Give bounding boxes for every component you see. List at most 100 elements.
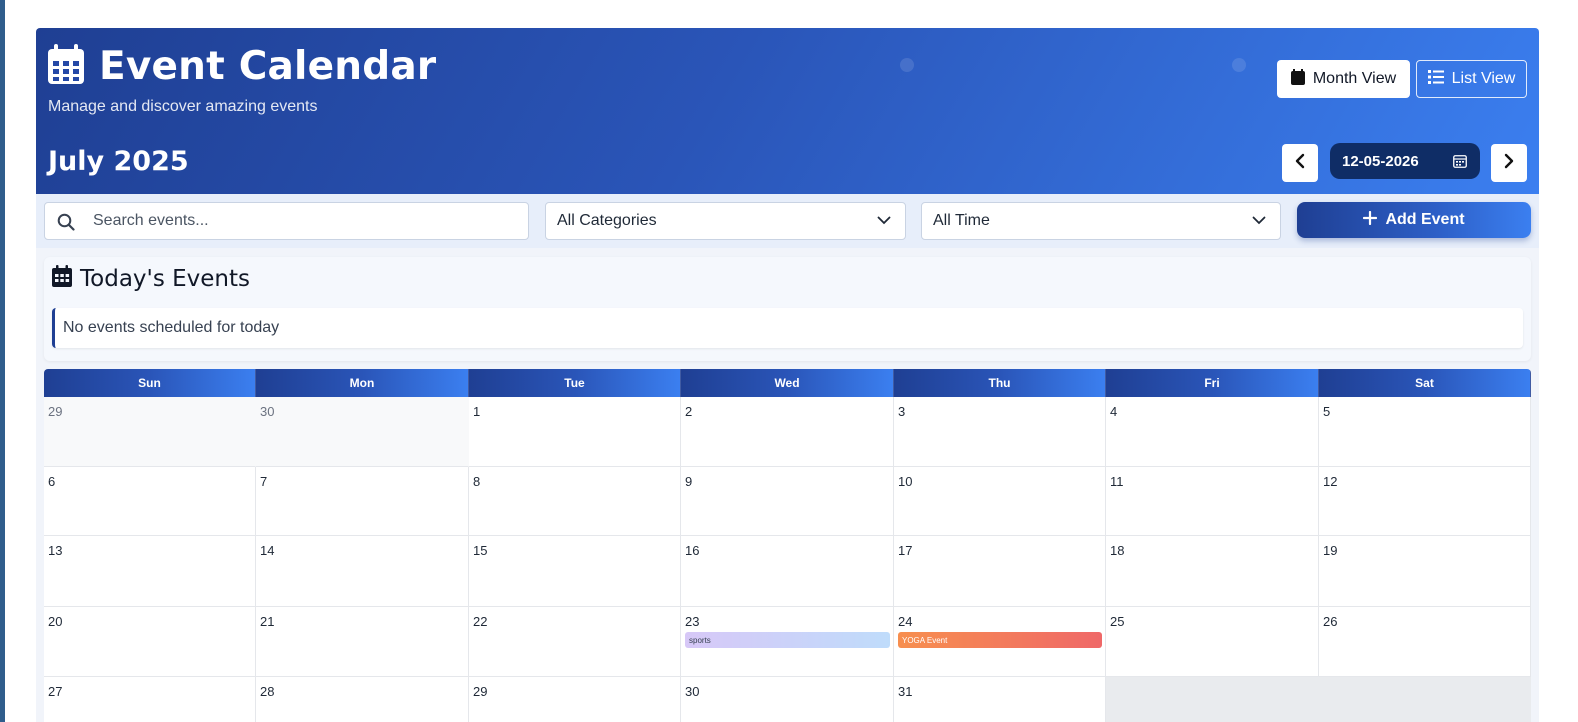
day-number: 23 xyxy=(685,614,700,629)
calendar-day-cell[interactable]: 22 xyxy=(469,607,681,677)
day-number: 30 xyxy=(260,404,275,419)
event-chip-sports[interactable]: sports xyxy=(685,632,890,648)
calendar-day-cell[interactable]: 16 xyxy=(681,536,894,607)
calendar-picker-icon[interactable] xyxy=(1453,154,1467,172)
day-number: 9 xyxy=(685,474,693,489)
list-view-button[interactable]: List View xyxy=(1416,60,1527,98)
calendar-day-cell[interactable]: 11 xyxy=(1106,467,1319,536)
day-number: 25 xyxy=(1110,614,1125,629)
time-select-value: All Time xyxy=(933,212,990,229)
calendar-day-cell[interactable]: 6 xyxy=(44,467,256,536)
day-number: 1 xyxy=(473,404,481,419)
chevron-right-icon xyxy=(1504,153,1514,174)
day-number: 29 xyxy=(473,684,488,699)
app-title: Event Calendar xyxy=(99,44,437,89)
plus-icon xyxy=(1363,210,1385,230)
calendar-day-cell[interactable]: 24 YOGA Event xyxy=(894,607,1106,677)
calendar-day-cell[interactable]: 17 xyxy=(894,536,1106,607)
day-number: 6 xyxy=(48,474,56,489)
day-number: 5 xyxy=(1323,404,1331,419)
add-event-label: Add Event xyxy=(1385,211,1465,228)
day-number: 22 xyxy=(473,614,488,629)
day-number: 29 xyxy=(48,404,63,419)
calendar-day-cell[interactable]: 26 xyxy=(1319,607,1531,677)
day-number: 24 xyxy=(898,614,913,629)
next-month-button[interactable] xyxy=(1491,144,1527,182)
left-edge-strip xyxy=(0,0,5,722)
decorative-bubble xyxy=(900,58,914,72)
category-select[interactable]: All Categories xyxy=(545,202,906,240)
day-number: 30 xyxy=(685,684,700,699)
calendar-day-cell[interactable]: 30 xyxy=(681,677,894,722)
search-box xyxy=(44,202,529,240)
month-view-button[interactable]: Month View xyxy=(1277,60,1410,98)
list-view-label: List View xyxy=(1451,70,1516,87)
date-value: 12-05-2026 xyxy=(1342,152,1419,170)
day-number: 4 xyxy=(1110,404,1118,419)
todays-events-heading: Today's Events xyxy=(52,265,250,293)
day-number: 28 xyxy=(260,684,275,699)
weekday-header-thu: Thu xyxy=(894,369,1106,397)
calendar-day-cell[interactable]: 29 xyxy=(469,677,681,722)
calendar-day-cell[interactable]: 8 xyxy=(469,467,681,536)
add-event-button[interactable]: Add Event xyxy=(1297,202,1531,238)
event-chip-yoga[interactable]: YOGA Event xyxy=(898,632,1102,648)
calendar-day-cell[interactable]: 18 xyxy=(1106,536,1319,607)
day-number: 26 xyxy=(1323,614,1338,629)
current-month-label: July 2025 xyxy=(48,146,189,177)
previous-month-button[interactable] xyxy=(1282,144,1318,182)
calendar-empty-cell xyxy=(1319,677,1531,722)
calendar-day-cell[interactable]: 30 xyxy=(256,397,469,467)
calendar-day-cell[interactable]: 15 xyxy=(469,536,681,607)
calendar-day-cell[interactable]: 1 xyxy=(469,397,681,467)
no-events-message: No events scheduled for today xyxy=(52,308,1523,348)
calendar-day-cell[interactable]: 9 xyxy=(681,467,894,536)
calendar-day-cell[interactable]: 12 xyxy=(1319,467,1531,536)
month-calendar-grid: Sun Mon Tue Wed Thu Fri Sat 29 30 1 2 3 4 5 6 7 8 9 10 11 1… xyxy=(44,369,1531,722)
date-picker-input[interactable]: 12-05-2026 xyxy=(1330,143,1480,179)
calendar-day-cell[interactable]: 7 xyxy=(256,467,469,536)
day-number: 8 xyxy=(473,474,481,489)
weekday-header-sat: Sat xyxy=(1319,369,1531,397)
todays-events-title: Today's Events xyxy=(80,266,251,292)
day-number: 16 xyxy=(685,543,700,558)
calendar-day-cell[interactable]: 20 xyxy=(44,607,256,677)
day-number: 10 xyxy=(898,474,913,489)
filter-toolbar: All Categories All Time Add Event xyxy=(36,194,1539,248)
app-header: Event Calendar Manage and discover amazi… xyxy=(36,28,1539,194)
calendar-day-cell[interactable]: 25 xyxy=(1106,607,1319,677)
calendar-day-cell[interactable]: 23 sports xyxy=(681,607,894,677)
category-select-value: All Categories xyxy=(557,212,657,229)
calendar-day-cell[interactable]: 2 xyxy=(681,397,894,467)
app-subtitle: Manage and discover amazing events xyxy=(48,98,318,115)
day-number: 17 xyxy=(898,543,913,558)
weekday-header-tue: Tue xyxy=(469,369,681,397)
calendar-day-cell[interactable]: 10 xyxy=(894,467,1106,536)
chevron-left-icon xyxy=(1295,153,1305,174)
day-number: 11 xyxy=(1110,474,1124,489)
day-number: 14 xyxy=(260,543,275,558)
title-row: Event Calendar xyxy=(48,44,436,89)
time-range-select[interactable]: All Time xyxy=(921,202,1281,240)
weekday-header-fri: Fri xyxy=(1106,369,1319,397)
calendar-day-cell[interactable]: 5 xyxy=(1319,397,1531,467)
calendar-day-cell[interactable]: 3 xyxy=(894,397,1106,467)
weekday-header-mon: Mon xyxy=(256,369,469,397)
weekday-header-row: Sun Mon Tue Wed Thu Fri Sat xyxy=(44,369,1531,397)
calendar-day-cell[interactable]: 29 xyxy=(44,397,256,467)
calendar-day-cell[interactable]: 21 xyxy=(256,607,469,677)
calendar-day-cell[interactable]: 4 xyxy=(1106,397,1319,467)
calendar-day-cell[interactable]: 19 xyxy=(1319,536,1531,607)
calendar-day-cell[interactable]: 14 xyxy=(256,536,469,607)
day-number: 18 xyxy=(1110,543,1125,558)
search-input[interactable] xyxy=(93,203,513,239)
weekday-header-sun: Sun xyxy=(44,369,256,397)
list-icon xyxy=(1427,69,1452,89)
weekday-header-wed: Wed xyxy=(681,369,894,397)
calendar-day-cell[interactable]: 28 xyxy=(256,677,469,722)
event-calendar-app: Event Calendar Manage and discover amazi… xyxy=(36,28,1539,722)
day-number: 7 xyxy=(260,474,268,489)
calendar-day-cell[interactable]: 31 xyxy=(894,677,1106,722)
calendar-day-cell[interactable]: 13 xyxy=(44,536,256,607)
calendar-day-cell[interactable]: 27 xyxy=(44,677,256,722)
